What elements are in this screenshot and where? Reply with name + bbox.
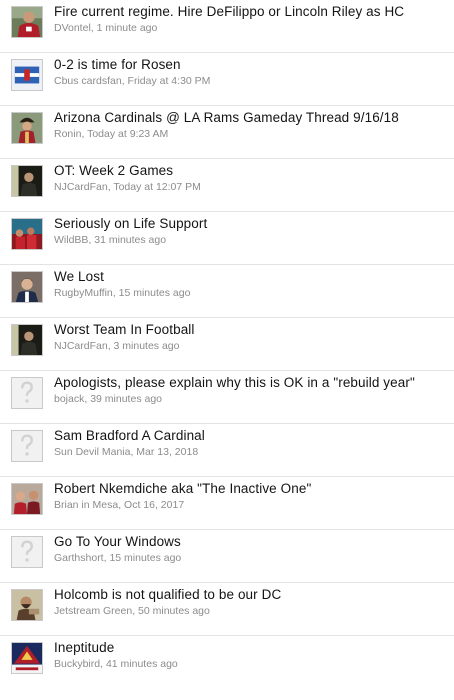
thread-row[interactable]: Go To Your Windows Garthshort, 15 minute…	[0, 530, 454, 583]
thread-time[interactable]: 50 minutes ago	[138, 605, 210, 617]
crowd-red-photo-icon	[12, 219, 42, 249]
flag-logo-icon	[12, 60, 42, 90]
thread-time[interactable]: 3 minutes ago	[114, 340, 180, 352]
thread-row[interactable]: OT: Week 2 Games NJCardFan, Today at 12:…	[0, 159, 454, 212]
thread-author[interactable]: NJCardFan	[54, 181, 108, 193]
thread-author[interactable]: DVontel	[54, 22, 91, 34]
thread-row[interactable]: Robert Nkemdiche aka "The Inactive One" …	[0, 477, 454, 530]
thread-meta: WildBB, 31 minutes ago	[54, 234, 166, 246]
dark-figure-photo-icon	[12, 325, 42, 355]
thread-meta: Garthshort, 15 minutes ago	[54, 552, 181, 564]
thread-title[interactable]: Fire current regime. Hire DeFilippo or L…	[54, 4, 404, 19]
user-avatar[interactable]	[11, 218, 43, 250]
thread-author[interactable]: bojack	[54, 393, 84, 405]
thread-author[interactable]: WildBB	[54, 234, 88, 246]
user-avatar[interactable]	[11, 536, 43, 568]
thread-meta: Ronin, Today at 9:23 AM	[54, 128, 168, 140]
question-placeholder-icon	[12, 378, 42, 408]
thread-time[interactable]: 15 minutes ago	[119, 287, 191, 299]
thread-title[interactable]: Arizona Cardinals @ LA Rams Gameday Thre…	[54, 110, 399, 125]
dark-figure-photo-icon	[12, 166, 42, 196]
thread-time[interactable]: Today at 9:23 AM	[87, 128, 168, 140]
thread-author[interactable]: Brian in Mesa	[54, 499, 118, 511]
thread-time[interactable]: 1 minute ago	[97, 22, 158, 34]
bearded-man-photo-icon	[12, 590, 42, 620]
user-avatar[interactable]	[11, 483, 43, 515]
thread-meta: Brian in Mesa, Oct 16, 2017	[54, 499, 184, 511]
user-avatar[interactable]	[11, 642, 43, 674]
user-avatar[interactable]	[11, 377, 43, 409]
thread-list: Fire current regime. Hire DeFilippo or L…	[0, 0, 454, 689]
cardinals-logo-icon	[12, 643, 42, 673]
question-placeholder-icon	[12, 537, 42, 567]
thread-author[interactable]: Buckybird	[54, 658, 100, 670]
thread-row[interactable]: Sam Bradford A Cardinal Sun Devil Mania,…	[0, 424, 454, 477]
thread-time[interactable]: Mar 13, 2018	[136, 446, 198, 458]
thread-row[interactable]: Worst Team In Football NJCardFan, 3 minu…	[0, 318, 454, 371]
thread-row[interactable]: Arizona Cardinals @ LA Rams Gameday Thre…	[0, 106, 454, 159]
user-avatar[interactable]	[11, 112, 43, 144]
thread-time[interactable]: 39 minutes ago	[90, 393, 162, 405]
thread-title[interactable]: Seriously on Life Support	[54, 216, 207, 231]
thread-row[interactable]: Apologists, please explain why this is O…	[0, 371, 454, 424]
thread-author[interactable]: Garthshort	[54, 552, 104, 564]
thread-row[interactable]: 0-2 is time for Rosen Cbus cardsfan, Fri…	[0, 53, 454, 106]
thread-title[interactable]: Ineptitude	[54, 640, 114, 655]
question-placeholder-icon	[12, 431, 42, 461]
thread-title[interactable]: Worst Team In Football	[54, 322, 195, 337]
thread-author[interactable]: Jetstream Green	[54, 605, 132, 617]
thread-time[interactable]: 31 minutes ago	[94, 234, 166, 246]
thread-row[interactable]: Fire current regime. Hire DeFilippo or L…	[0, 0, 454, 53]
thread-meta: Buckybird, 41 minutes ago	[54, 658, 178, 670]
thread-meta: RugbyMuffin, 15 minutes ago	[54, 287, 190, 299]
thread-title[interactable]: Holcomb is not qualified to be our DC	[54, 587, 281, 602]
thread-author[interactable]: RugbyMuffin	[54, 287, 113, 299]
user-avatar[interactable]	[11, 271, 43, 303]
thread-title[interactable]: Go To Your Windows	[54, 534, 181, 549]
thread-meta: DVontel, 1 minute ago	[54, 22, 157, 34]
thread-author[interactable]: Sun Devil Mania	[54, 446, 130, 458]
user-avatar[interactable]	[11, 59, 43, 91]
thread-meta: Sun Devil Mania, Mar 13, 2018	[54, 446, 198, 458]
user-avatar[interactable]	[11, 6, 43, 38]
thread-row[interactable]: Ineptitude Buckybird, 41 minutes ago	[0, 636, 454, 689]
user-avatar[interactable]	[11, 589, 43, 621]
thread-meta: NJCardFan, 3 minutes ago	[54, 340, 180, 352]
thread-title[interactable]: OT: Week 2 Games	[54, 163, 173, 178]
player-red-photo-icon	[12, 7, 42, 37]
thread-author[interactable]: NJCardFan	[54, 340, 108, 352]
thread-time[interactable]: 41 minutes ago	[106, 658, 178, 670]
thread-time[interactable]: 15 minutes ago	[109, 552, 181, 564]
man-portrait-photo-icon	[12, 272, 42, 302]
thread-meta: NJCardFan, Today at 12:07 PM	[54, 181, 201, 193]
costume-photo-icon	[12, 113, 42, 143]
thread-title[interactable]: Apologists, please explain why this is O…	[54, 375, 415, 390]
thread-time[interactable]: Today at 12:07 PM	[113, 181, 201, 193]
thread-time[interactable]: Oct 16, 2017	[124, 499, 184, 511]
user-avatar[interactable]	[11, 324, 43, 356]
thread-time[interactable]: Friday at 4:30 PM	[128, 75, 211, 87]
thread-row[interactable]: Holcomb is not qualified to be our DC Je…	[0, 583, 454, 636]
thread-row[interactable]: We Lost RugbyMuffin, 15 minutes ago	[0, 265, 454, 318]
thread-meta: Jetstream Green, 50 minutes ago	[54, 605, 210, 617]
thread-author[interactable]: Cbus cardsfan	[54, 75, 122, 87]
thread-meta: bojack, 39 minutes ago	[54, 393, 162, 405]
group-photo-icon	[12, 484, 42, 514]
thread-title[interactable]: Sam Bradford A Cardinal	[54, 428, 205, 443]
user-avatar[interactable]	[11, 430, 43, 462]
thread-title[interactable]: 0-2 is time for Rosen	[54, 57, 181, 72]
thread-author[interactable]: Ronin	[54, 128, 81, 140]
thread-title[interactable]: Robert Nkemdiche aka "The Inactive One"	[54, 481, 311, 496]
user-avatar[interactable]	[11, 165, 43, 197]
thread-title[interactable]: We Lost	[54, 269, 104, 284]
thread-row[interactable]: Seriously on Life Support WildBB, 31 min…	[0, 212, 454, 265]
thread-meta: Cbus cardsfan, Friday at 4:30 PM	[54, 75, 210, 87]
